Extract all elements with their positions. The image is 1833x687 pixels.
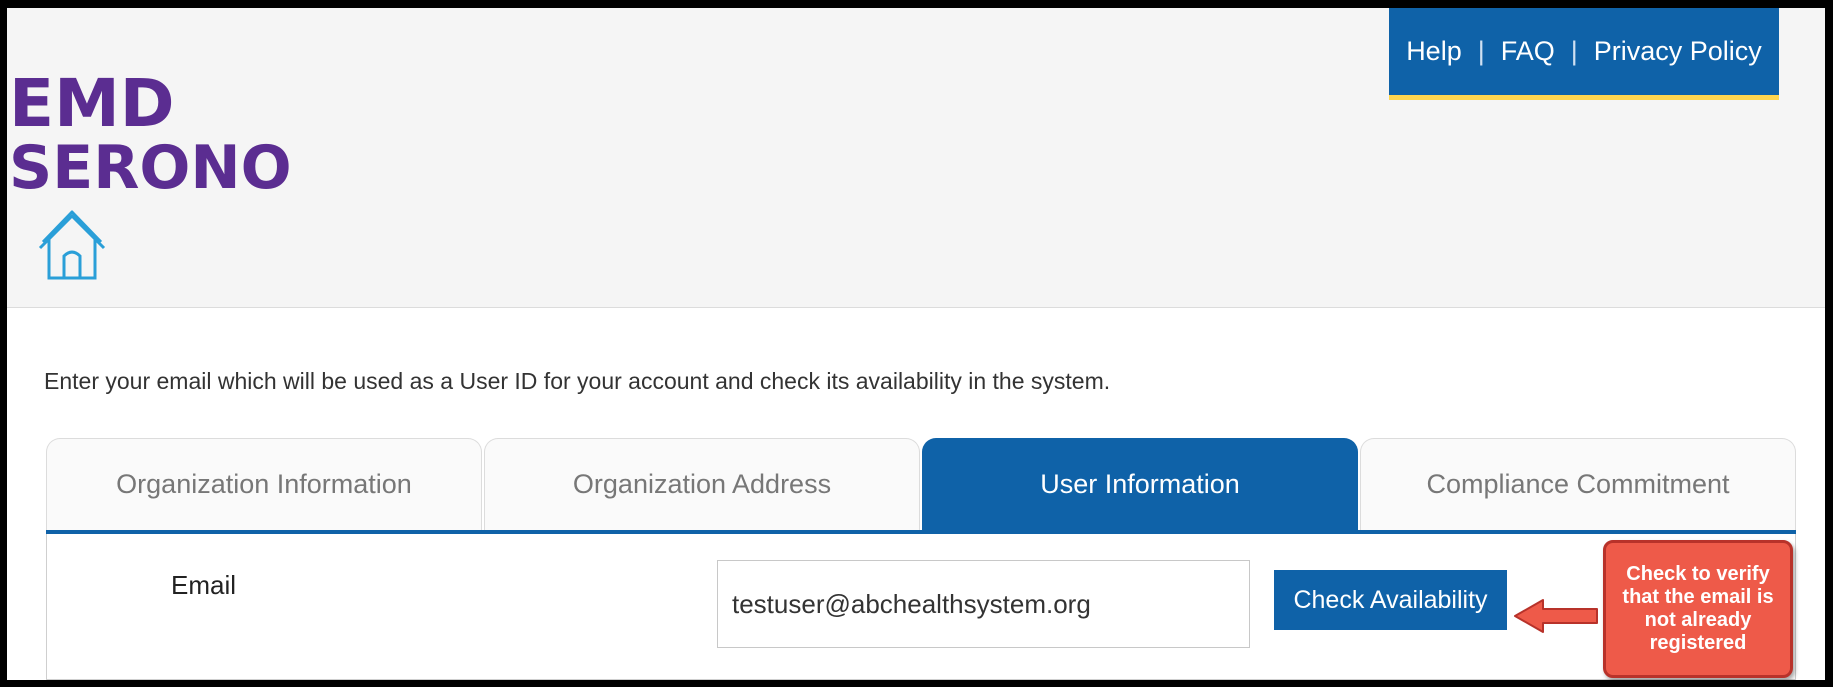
tab-compliance-commitment[interactable]: Compliance Commitment xyxy=(1360,438,1796,530)
registration-tabs: Organization Information Organization Ad… xyxy=(46,438,1796,530)
intro-text: Enter your email which will be used as a… xyxy=(44,368,1111,394)
tab-user-information[interactable]: User Information xyxy=(922,438,1358,530)
help-link[interactable]: Help xyxy=(1406,36,1462,67)
logo-line1: EMD xyxy=(9,68,175,142)
utility-nav: Help | FAQ | Privacy Policy xyxy=(1389,8,1779,100)
callout-line: that the email is xyxy=(1622,586,1774,608)
email-label: Email xyxy=(171,570,237,600)
logo-graphic: EMD SERONO xyxy=(9,65,292,203)
email-field[interactable]: testuser@abchealthsystem.org xyxy=(717,560,1250,648)
nav-separator: | xyxy=(1570,36,1578,66)
callout-line: registered xyxy=(1649,632,1747,654)
privacy-policy-link[interactable]: Privacy Policy xyxy=(1594,36,1762,67)
home-icon[interactable] xyxy=(37,204,107,284)
site-header: EMD SERONO Help | FAQ | Privacy Policy xyxy=(7,8,1825,308)
check-availability-button[interactable]: Check Availability xyxy=(1274,570,1507,630)
tab-organization-information[interactable]: Organization Information xyxy=(46,438,482,530)
tab-organization-address[interactable]: Organization Address xyxy=(484,438,920,530)
page-frame: EMD SERONO Help | FAQ | Privacy Policy E… xyxy=(7,8,1825,680)
nav-separator: | xyxy=(1477,36,1485,66)
annotation-callout: Check to verify that the email is not al… xyxy=(1603,540,1793,678)
emd-serono-logo[interactable]: EMD SERONO xyxy=(7,65,297,203)
logo-line2: SERONO xyxy=(9,133,292,198)
faq-link[interactable]: FAQ xyxy=(1501,36,1555,67)
left-arrow-icon xyxy=(1514,599,1598,633)
callout-line: Check to verify xyxy=(1626,563,1770,585)
callout-line: not already xyxy=(1644,609,1752,631)
